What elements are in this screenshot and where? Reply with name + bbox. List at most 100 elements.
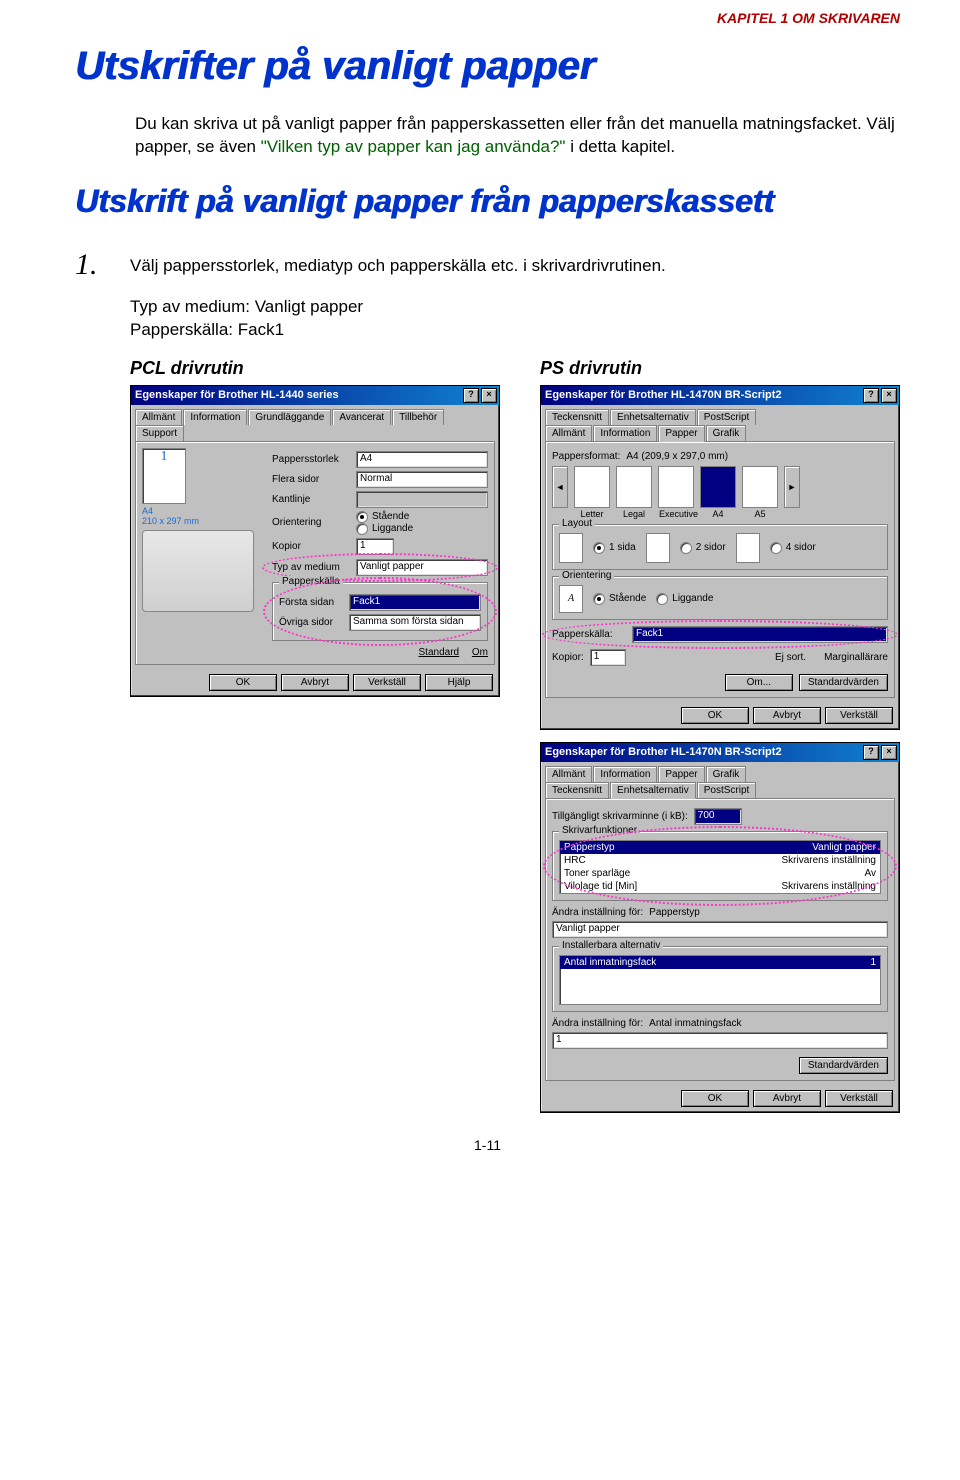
defaults-button[interactable]: Standardvärden bbox=[799, 674, 888, 691]
label-kopior-ps: Kopior: bbox=[552, 652, 584, 663]
select-pappersstorlek[interactable]: A4 bbox=[356, 451, 488, 468]
label-pappersstorlek: Pappersstorlek bbox=[272, 454, 350, 465]
tab-information[interactable]: Information bbox=[593, 425, 657, 441]
radio-1-sida[interactable] bbox=[593, 542, 605, 554]
radio-staende[interactable] bbox=[356, 511, 368, 523]
ps-heading: PS drivrutin bbox=[540, 358, 900, 379]
cancel-button[interactable]: Avbryt bbox=[753, 707, 821, 724]
apply-button[interactable]: Verkställ bbox=[825, 1090, 893, 1107]
tab-papper[interactable]: Papper bbox=[658, 425, 704, 442]
value-andra2-target: Antal inmatningsfack bbox=[649, 1018, 741, 1029]
pcl-heading: PCL drivrutin bbox=[130, 358, 500, 379]
input-mem[interactable]: 700 bbox=[694, 808, 742, 825]
format-a4[interactable]: A4 bbox=[700, 466, 736, 508]
help-button-icon[interactable]: ? bbox=[863, 745, 879, 760]
listbox-installerbara[interactable]: Antal inmatningsfack1 bbox=[559, 955, 881, 1005]
help-button-icon[interactable]: ? bbox=[463, 388, 479, 403]
label-kantlinje: Kantlinje bbox=[272, 494, 350, 505]
tab-information[interactable]: Information bbox=[593, 766, 657, 782]
scroll-left-icon[interactable]: ◄ bbox=[552, 466, 568, 508]
tab-teckensnitt[interactable]: Teckensnitt bbox=[545, 409, 609, 425]
link-om[interactable]: Om bbox=[472, 647, 488, 658]
page-number: 1-11 bbox=[75, 1137, 900, 1153]
chapter-header: KAPITEL 1 OM SKRIVAREN bbox=[75, 10, 900, 26]
apply-button[interactable]: Verkställ bbox=[825, 707, 893, 724]
tab-allmant[interactable]: Allmänt bbox=[135, 409, 182, 425]
ok-button[interactable]: OK bbox=[681, 707, 749, 724]
select-ovriga-sidor[interactable]: Samma som första sidan bbox=[349, 614, 481, 631]
cancel-button[interactable]: Avbryt bbox=[753, 1090, 821, 1107]
radio-4-sidor[interactable] bbox=[770, 542, 782, 554]
label-pappersformat: Pappersformat: bbox=[552, 451, 620, 462]
help-button[interactable]: Hjälp bbox=[425, 674, 493, 691]
step-number: 1. bbox=[75, 248, 130, 282]
tab-teckensnitt[interactable]: Teckensnitt bbox=[545, 782, 609, 798]
select-andra1[interactable]: Vanligt papper bbox=[552, 921, 888, 938]
label-margin: Marginallärare bbox=[824, 652, 888, 663]
ps2-dialog: Egenskaper för Brother HL-1470N BR-Scrip… bbox=[540, 742, 900, 1113]
pcl-dialog: Egenskaper för Brother HL-1440 series ? … bbox=[130, 385, 500, 697]
intro-link[interactable]: "Vilken typ av papper kan jag använda?" bbox=[261, 137, 566, 156]
tab-grafik[interactable]: Grafik bbox=[706, 425, 747, 441]
format-letter[interactable]: Letter bbox=[574, 466, 610, 508]
label-orientering: Orientering bbox=[272, 517, 350, 528]
tab-papper[interactable]: Papper bbox=[658, 766, 704, 782]
help-button-icon[interactable]: ? bbox=[863, 388, 879, 403]
group-installerbara: Installerbara alternativ bbox=[559, 940, 663, 951]
select-papperskalla-ps[interactable]: Fack1 bbox=[632, 626, 888, 643]
label-ej-sort: Ej sort. bbox=[775, 652, 806, 663]
tab-avancerat[interactable]: Avancerat bbox=[332, 409, 391, 425]
select-flera-sidor[interactable]: Normal bbox=[356, 471, 488, 488]
input-kopior[interactable]: 1 bbox=[356, 538, 394, 555]
close-icon[interactable]: × bbox=[481, 388, 497, 403]
input-kopior-ps[interactable]: 1 bbox=[590, 649, 626, 666]
label-typ-av-medium: Typ av medium bbox=[272, 562, 350, 573]
layout-preview-1 bbox=[559, 533, 583, 563]
setting-mediatype: Typ av medium: Vanligt papper bbox=[130, 296, 900, 319]
ok-button[interactable]: OK bbox=[209, 674, 277, 691]
select-forsta-sidan[interactable]: Fack1 bbox=[349, 594, 481, 611]
defaults-button[interactable]: Standardvärden bbox=[799, 1057, 888, 1074]
tab-postscript[interactable]: PostScript bbox=[697, 409, 757, 425]
link-standard[interactable]: Standard bbox=[419, 647, 460, 658]
radio-2-sidor[interactable] bbox=[680, 542, 692, 554]
intro-paragraph: Du kan skriva ut på vanligt papper från … bbox=[135, 113, 900, 159]
listbox-funktioner[interactable]: PapperstypVanligt papper HRCSkrivarens i… bbox=[559, 840, 881, 894]
radio-staende-ps[interactable] bbox=[593, 593, 605, 605]
about-button[interactable]: Om... bbox=[725, 674, 793, 691]
label-kopior: Kopior bbox=[272, 541, 350, 552]
tab-enhetsalternativ[interactable]: Enhetsalternativ bbox=[610, 409, 696, 425]
ps1-titlebar: Egenskaper för Brother HL-1470N BR-Scrip… bbox=[545, 389, 782, 401]
section-subtitle: Utskrift på vanligt papper från pappersk… bbox=[75, 183, 900, 220]
select-andra2[interactable]: 1 bbox=[552, 1032, 888, 1049]
tab-information[interactable]: Information bbox=[183, 409, 247, 425]
tab-grundlaggande[interactable]: Grundläggande bbox=[248, 409, 331, 426]
tab-grafik[interactable]: Grafik bbox=[706, 766, 747, 782]
tab-allmant[interactable]: Allmänt bbox=[545, 425, 592, 441]
select-typ-av-medium[interactable]: Vanligt papper bbox=[356, 559, 488, 576]
tab-enhetsalternativ[interactable]: Enhetsalternativ bbox=[610, 782, 696, 799]
group-papperskalla: Papperskälla bbox=[279, 576, 343, 587]
ok-button[interactable]: OK bbox=[681, 1090, 749, 1107]
tab-tillbehor[interactable]: Tillbehör bbox=[392, 409, 444, 425]
group-skrivarfunktioner: Skrivarfunktioner bbox=[559, 825, 640, 836]
tab-allmant[interactable]: Allmänt bbox=[545, 766, 592, 782]
label-mem: Tillgängligt skrivarminne (i kB): bbox=[552, 811, 688, 822]
format-legal[interactable]: Legal bbox=[616, 466, 652, 508]
close-icon[interactable]: × bbox=[881, 745, 897, 760]
tab-postscript[interactable]: PostScript bbox=[697, 782, 757, 798]
close-icon[interactable]: × bbox=[881, 388, 897, 403]
apply-button[interactable]: Verkställ bbox=[353, 674, 421, 691]
group-orientering: Orientering bbox=[559, 570, 614, 581]
format-a5[interactable]: A5 bbox=[742, 466, 778, 508]
ps2-titlebar: Egenskaper för Brother HL-1470N BR-Scrip… bbox=[545, 746, 782, 758]
preview-caption: A4210 x 297 mm bbox=[142, 506, 262, 526]
layout-preview-4 bbox=[736, 533, 760, 563]
tab-support[interactable]: Support bbox=[135, 425, 184, 441]
radio-liggande[interactable] bbox=[356, 523, 368, 535]
label-forsta-sidan: Första sidan bbox=[279, 597, 343, 608]
cancel-button[interactable]: Avbryt bbox=[281, 674, 349, 691]
format-executive[interactable]: Executive bbox=[658, 466, 694, 508]
scroll-right-icon[interactable]: ► bbox=[784, 466, 800, 508]
radio-liggande-ps[interactable] bbox=[656, 593, 668, 605]
